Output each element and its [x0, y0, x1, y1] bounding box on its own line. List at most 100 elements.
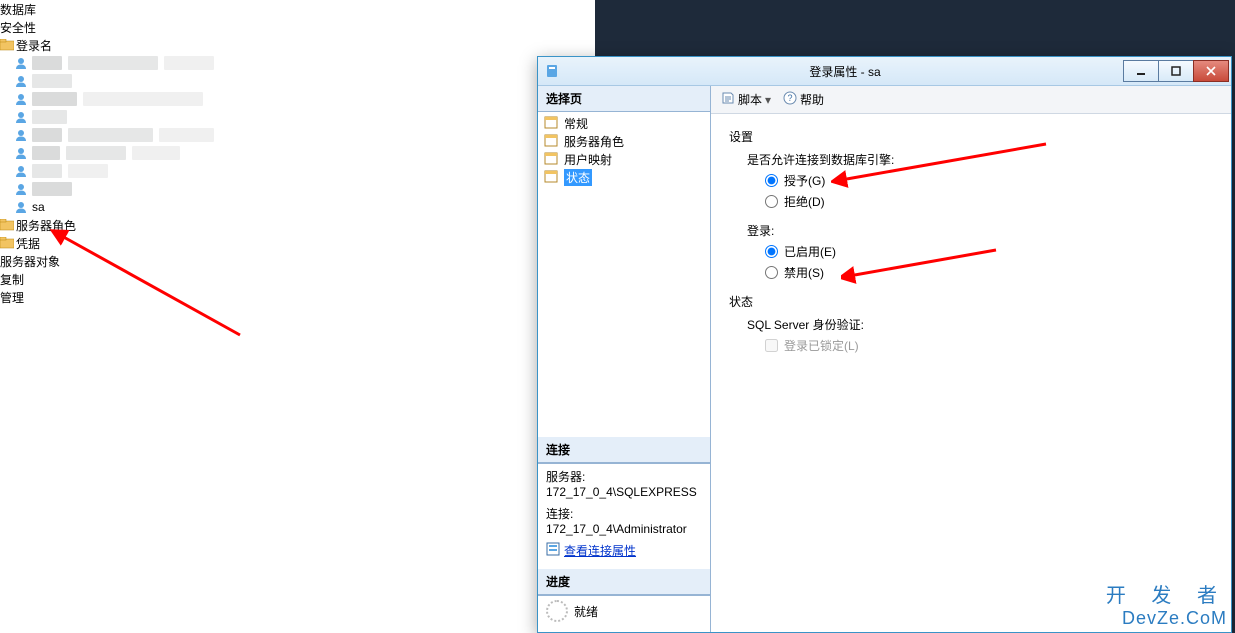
login-group-label: 登录: — [747, 222, 1213, 239]
tree-node-replication[interactable]: 复制 — [0, 270, 595, 288]
page-label: 状态 — [564, 169, 592, 186]
close-button[interactable] — [1193, 60, 1229, 82]
tree-label: 凭据 — [16, 235, 40, 252]
checkbox-login-locked-input — [765, 339, 778, 352]
connection-value: 172_17_0_4\Administrator — [546, 522, 702, 536]
page-selector-panel: 选择页 常规 服务器角色 用户映射 状态 — [538, 86, 711, 632]
view-connection-properties-link[interactable]: 查看连接属性 — [564, 542, 636, 559]
login-icon — [14, 74, 28, 88]
login-icon — [14, 56, 28, 70]
tree-node-security[interactable]: 安全性 — [0, 18, 595, 36]
page-label: 服务器角色 — [564, 133, 624, 150]
login-properties-dialog: 登录属性 - sa 选择页 常规 服务器角色 用户映射 — [537, 56, 1232, 633]
object-explorer-tree: 数据库 安全性 登录名 sa — [0, 0, 595, 633]
tree-label: 数据库 — [0, 1, 36, 18]
tree-label: 登录名 — [16, 37, 52, 54]
tree-node-credentials[interactable]: 凭据 — [0, 234, 595, 252]
titlebar: 登录属性 - sa — [538, 57, 1231, 86]
tree-node-login-redacted[interactable] — [0, 54, 595, 72]
radio-grant[interactable]: 授予(G) — [765, 172, 1213, 189]
radio-grant-input[interactable] — [765, 174, 778, 187]
radio-enabled-label: 已启用(E) — [784, 243, 836, 260]
window-buttons — [1124, 60, 1229, 82]
tree-node-databases[interactable]: 数据库 — [0, 0, 595, 18]
tree-node-logins[interactable]: 登录名 — [0, 36, 595, 54]
progress-spinner-icon — [546, 600, 568, 622]
settings-label: 设置 — [729, 128, 1213, 145]
watermark-en: DevZe.CoM — [1106, 608, 1227, 629]
radio-deny[interactable]: 拒绝(D) — [765, 193, 1213, 210]
page-status[interactable]: 状态 — [538, 168, 710, 186]
tree-label: 服务器对象 — [0, 253, 60, 270]
radio-enabled[interactable]: 已启用(E) — [765, 243, 1213, 260]
connection-label: 连接: — [546, 505, 702, 522]
tree-label: 管理 — [0, 289, 24, 306]
content-toolbar: 脚本 ▾ ? 帮助 — [711, 86, 1231, 114]
page-general[interactable]: 常规 — [538, 114, 710, 132]
page-label: 用户映射 — [564, 151, 612, 168]
tree-label: sa — [32, 200, 45, 214]
page-icon — [544, 116, 560, 130]
page-user-mapping[interactable]: 用户映射 — [538, 150, 710, 168]
folder-icon — [0, 39, 14, 51]
page-icon — [544, 152, 560, 166]
app-icon — [544, 63, 560, 79]
tree-node-login-redacted[interactable] — [0, 144, 595, 162]
status-group-label: 状态 — [729, 293, 1213, 310]
dropdown-icon: ▾ — [765, 93, 771, 107]
login-icon — [14, 164, 28, 178]
sql-auth-label: SQL Server 身份验证: — [747, 316, 1213, 333]
login-icon — [14, 128, 28, 142]
tree-node-server-objects[interactable]: 服务器对象 — [0, 252, 595, 270]
tree-node-server-roles[interactable]: 服务器角色 — [0, 216, 595, 234]
tree-label: 安全性 — [0, 19, 36, 36]
tree-node-login-redacted[interactable] — [0, 180, 595, 198]
tree-label: 服务器角色 — [16, 217, 76, 234]
page-label: 常规 — [564, 115, 588, 132]
connection-section: 服务器: 172_17_0_4\SQLEXPRESS 连接: 172_17_0_… — [538, 463, 710, 569]
allow-connect-label: 是否允许连接到数据库引擎: — [747, 151, 1213, 168]
radio-deny-input[interactable] — [765, 195, 778, 208]
radio-disabled-input[interactable] — [765, 266, 778, 279]
tree-node-management[interactable]: 管理 — [0, 288, 595, 306]
login-icon — [14, 110, 28, 124]
watermark: 开 发 者 DevZe.CoM — [1106, 579, 1227, 629]
radio-disabled[interactable]: 禁用(S) — [765, 264, 1213, 281]
checkbox-login-locked-label: 登录已锁定(L) — [784, 337, 859, 354]
script-label: 脚本 — [738, 91, 762, 108]
tree-node-login-redacted[interactable] — [0, 126, 595, 144]
folder-icon — [0, 237, 14, 249]
minimize-button[interactable] — [1123, 60, 1159, 82]
script-icon — [721, 91, 735, 108]
page-list: 常规 服务器角色 用户映射 状态 — [538, 112, 710, 188]
page-icon — [544, 134, 560, 148]
folder-icon — [0, 219, 14, 231]
tree-node-login-redacted[interactable] — [0, 72, 595, 90]
radio-grant-label: 授予(G) — [784, 172, 825, 189]
server-value: 172_17_0_4\SQLEXPRESS — [546, 485, 702, 499]
window-title: 登录属性 - sa — [566, 63, 1124, 80]
connection-header: 连接 — [538, 437, 710, 463]
tree-node-login-redacted[interactable] — [0, 90, 595, 108]
tree-node-login-sa[interactable]: sa — [0, 198, 595, 216]
svg-text:?: ? — [788, 93, 793, 103]
radio-deny-label: 拒绝(D) — [784, 193, 825, 210]
maximize-button[interactable] — [1158, 60, 1194, 82]
script-button[interactable]: 脚本 ▾ — [717, 89, 775, 110]
page-server-roles[interactable]: 服务器角色 — [538, 132, 710, 150]
select-page-header: 选择页 — [538, 86, 710, 112]
page-icon — [544, 170, 560, 184]
login-icon — [14, 182, 28, 196]
watermark-zh: 开 发 者 — [1106, 579, 1227, 608]
radio-enabled-input[interactable] — [765, 245, 778, 258]
login-icon — [14, 92, 28, 106]
status-page-content: 脚本 ▾ ? 帮助 设置 是否允许连接到数据库引擎: 授予(G) — [711, 86, 1231, 632]
tree-node-login-redacted[interactable] — [0, 108, 595, 126]
properties-icon — [546, 542, 560, 559]
help-label: 帮助 — [800, 91, 824, 108]
progress-status: 就绪 — [574, 603, 598, 620]
tree-node-login-redacted[interactable] — [0, 162, 595, 180]
tree-label: 复制 — [0, 271, 24, 288]
login-icon — [14, 146, 28, 160]
help-button[interactable]: ? 帮助 — [779, 89, 828, 110]
